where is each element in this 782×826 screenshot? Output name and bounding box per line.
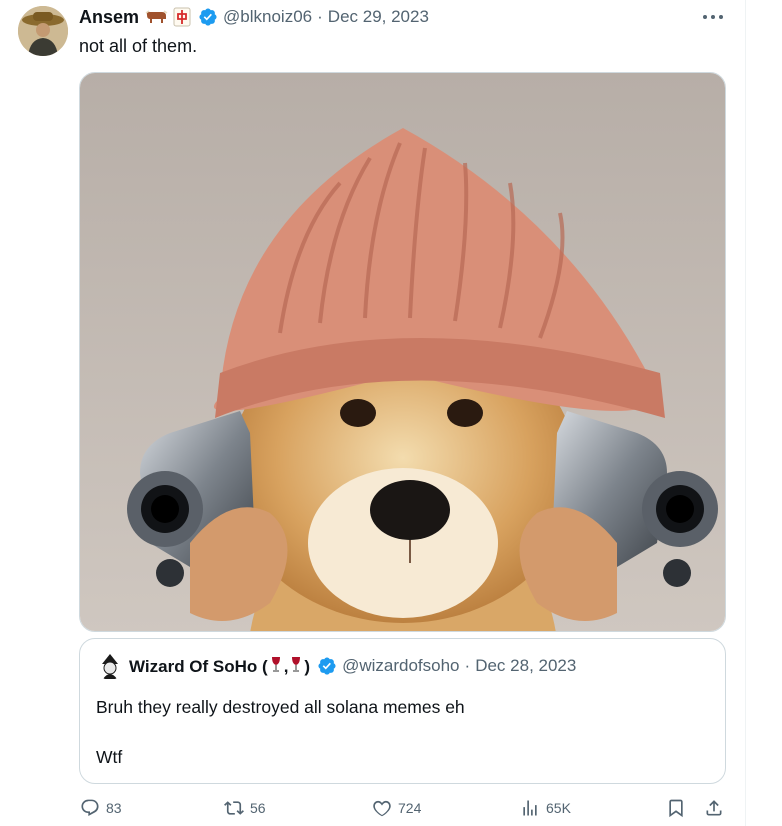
reply-icon: [81, 799, 99, 816]
share-icon: [706, 800, 722, 816]
post-text: not all of them.: [79, 36, 198, 56]
wine-glass-emoji: [271, 656, 280, 672]
quoted-author-avatar[interactable]: [96, 652, 124, 680]
views-count: 65K: [546, 800, 571, 816]
separator-dot: ·: [464, 656, 471, 675]
author-name[interactable]: Ansem: [79, 7, 139, 28]
like-icon: [373, 800, 391, 817]
bull-emoji: [144, 9, 168, 25]
repost-count: 56: [250, 800, 266, 816]
more-icon[interactable]: [700, 8, 726, 26]
author-avatar[interactable]: [18, 6, 68, 56]
bookmark-icon: [669, 799, 683, 818]
post-image[interactable]: [79, 72, 726, 632]
tweet-header: Ansem @blknoiz06 · Dec 29, 2023: [79, 6, 429, 28]
share-button[interactable]: [704, 798, 724, 818]
author-handle[interactable]: @blknoiz06: [223, 7, 312, 27]
quoted-author-name-text: Wizard Of SoHo (: [129, 656, 268, 676]
views-icon: [523, 800, 537, 816]
repost-icon: [224, 801, 244, 815]
quoted-tweet-header: Wizard Of SoHo (,) @wizardofsoho · Dec 2…: [96, 652, 576, 680]
views-button[interactable]: 65K: [520, 798, 571, 818]
quoted-date[interactable]: Dec 28, 2023: [475, 656, 576, 676]
quoted-text-line-1: Bruh they really destroyed all solana me…: [96, 697, 465, 717]
wine-glass-emoji: [292, 656, 301, 672]
repost-button[interactable]: 56: [224, 798, 266, 818]
tweet[interactable]: Ansem @blknoiz06 · Dec 29, 2023 not all …: [0, 0, 746, 826]
like-button[interactable]: 724: [372, 798, 421, 818]
reply-count: 83: [106, 800, 122, 816]
reply-button[interactable]: 83: [80, 798, 122, 818]
post-date[interactable]: Dec 29, 2023: [328, 7, 429, 27]
like-count: 724: [398, 800, 422, 816]
separator-dot: ·: [317, 7, 323, 26]
quoted-author-name-close: ): [304, 656, 311, 676]
quoted-author-name[interactable]: Wizard Of SoHo (,): [129, 656, 310, 677]
action-bar: 83 56 724 65K: [0, 796, 746, 826]
verified-badge-icon[interactable]: [317, 656, 337, 676]
quoted-author-handle[interactable]: @wizardofsoho: [342, 656, 459, 676]
quoted-tweet[interactable]: Wizard Of SoHo (,) @wizardofsoho · Dec 2…: [79, 638, 726, 784]
bookmark-button[interactable]: [666, 798, 686, 818]
mahjong-red-dragon-emoji: [173, 7, 191, 27]
verified-badge-icon[interactable]: [198, 7, 218, 27]
quoted-text-line-2: Wtf: [96, 747, 123, 767]
